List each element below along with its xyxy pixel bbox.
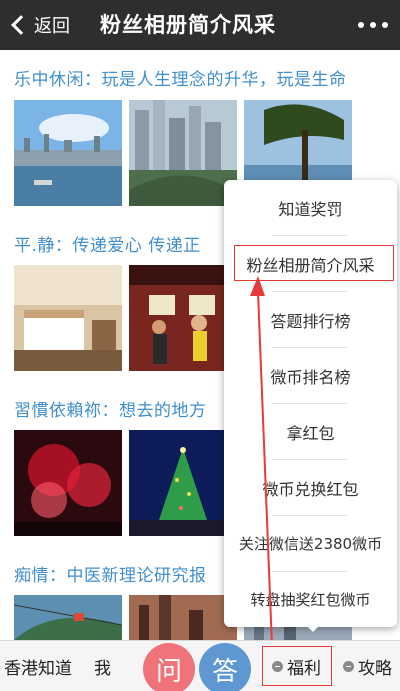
menu-item-reward-rules[interactable]: 知道奖罚 [224, 180, 397, 235]
tab-hk-know[interactable]: 香港知道 [4, 641, 72, 691]
top-nav-bar: 返回 粉丝相册简介风采 [0, 0, 400, 50]
photo-hotel-room[interactable] [14, 265, 122, 371]
photo-harbour-skyline[interactable] [14, 100, 122, 206]
more-options-icon[interactable] [358, 0, 388, 50]
highlight-box-welfare [262, 646, 332, 686]
post-title-link[interactable]: 痴情：中医新理论研究报 [14, 561, 207, 586]
post-title-link[interactable]: 乐中休闲：玩是人生理念的升华，玩是生命 [14, 65, 347, 90]
menu-item-coin-ranking[interactable]: 微币排名榜 [224, 348, 397, 403]
chevron-left-icon [11, 15, 31, 35]
photo-city-towers[interactable] [129, 100, 237, 206]
tab-me[interactable]: 我 [94, 641, 111, 691]
photo-night-city[interactable] [129, 595, 237, 640]
menu-item-lucky-wheel[interactable]: 转盘抽奖红包微币 [224, 572, 397, 627]
photo-wax-museum[interactable] [129, 265, 237, 371]
post-title-link[interactable]: 習慣依賴祢：想去的地方 [14, 396, 207, 421]
back-button[interactable]: 返回 [8, 0, 70, 50]
page-title: 粉丝相册简介风采 [100, 13, 276, 37]
tab-guide-label: 攻略 [358, 659, 392, 679]
photo-cable-car[interactable] [14, 595, 122, 640]
tab-guide[interactable]: 攻略 [343, 641, 392, 691]
post-title-link[interactable]: 平.静：传递爱心 传递正 [14, 231, 201, 256]
menu-item-get-red-packet[interactable]: 拿红包 [224, 404, 397, 459]
ask-button[interactable]: 问 [143, 643, 195, 691]
circle-minus-icon [343, 661, 354, 672]
back-label: 返回 [34, 16, 70, 37]
menu-item-answer-ranking[interactable]: 答题排行榜 [224, 292, 397, 347]
photo-fireworks[interactable] [14, 430, 122, 536]
answer-button[interactable]: 答 [199, 643, 251, 691]
photo-christmas-tree[interactable] [129, 430, 237, 536]
menu-item-follow-wechat[interactable]: 关注微信送2380微币 [224, 516, 397, 571]
menu-item-coin-exchange[interactable]: 微币兑换红包 [224, 460, 397, 515]
highlight-box-fan-album [234, 245, 394, 281]
menu-pointer-arrow [304, 623, 322, 632]
